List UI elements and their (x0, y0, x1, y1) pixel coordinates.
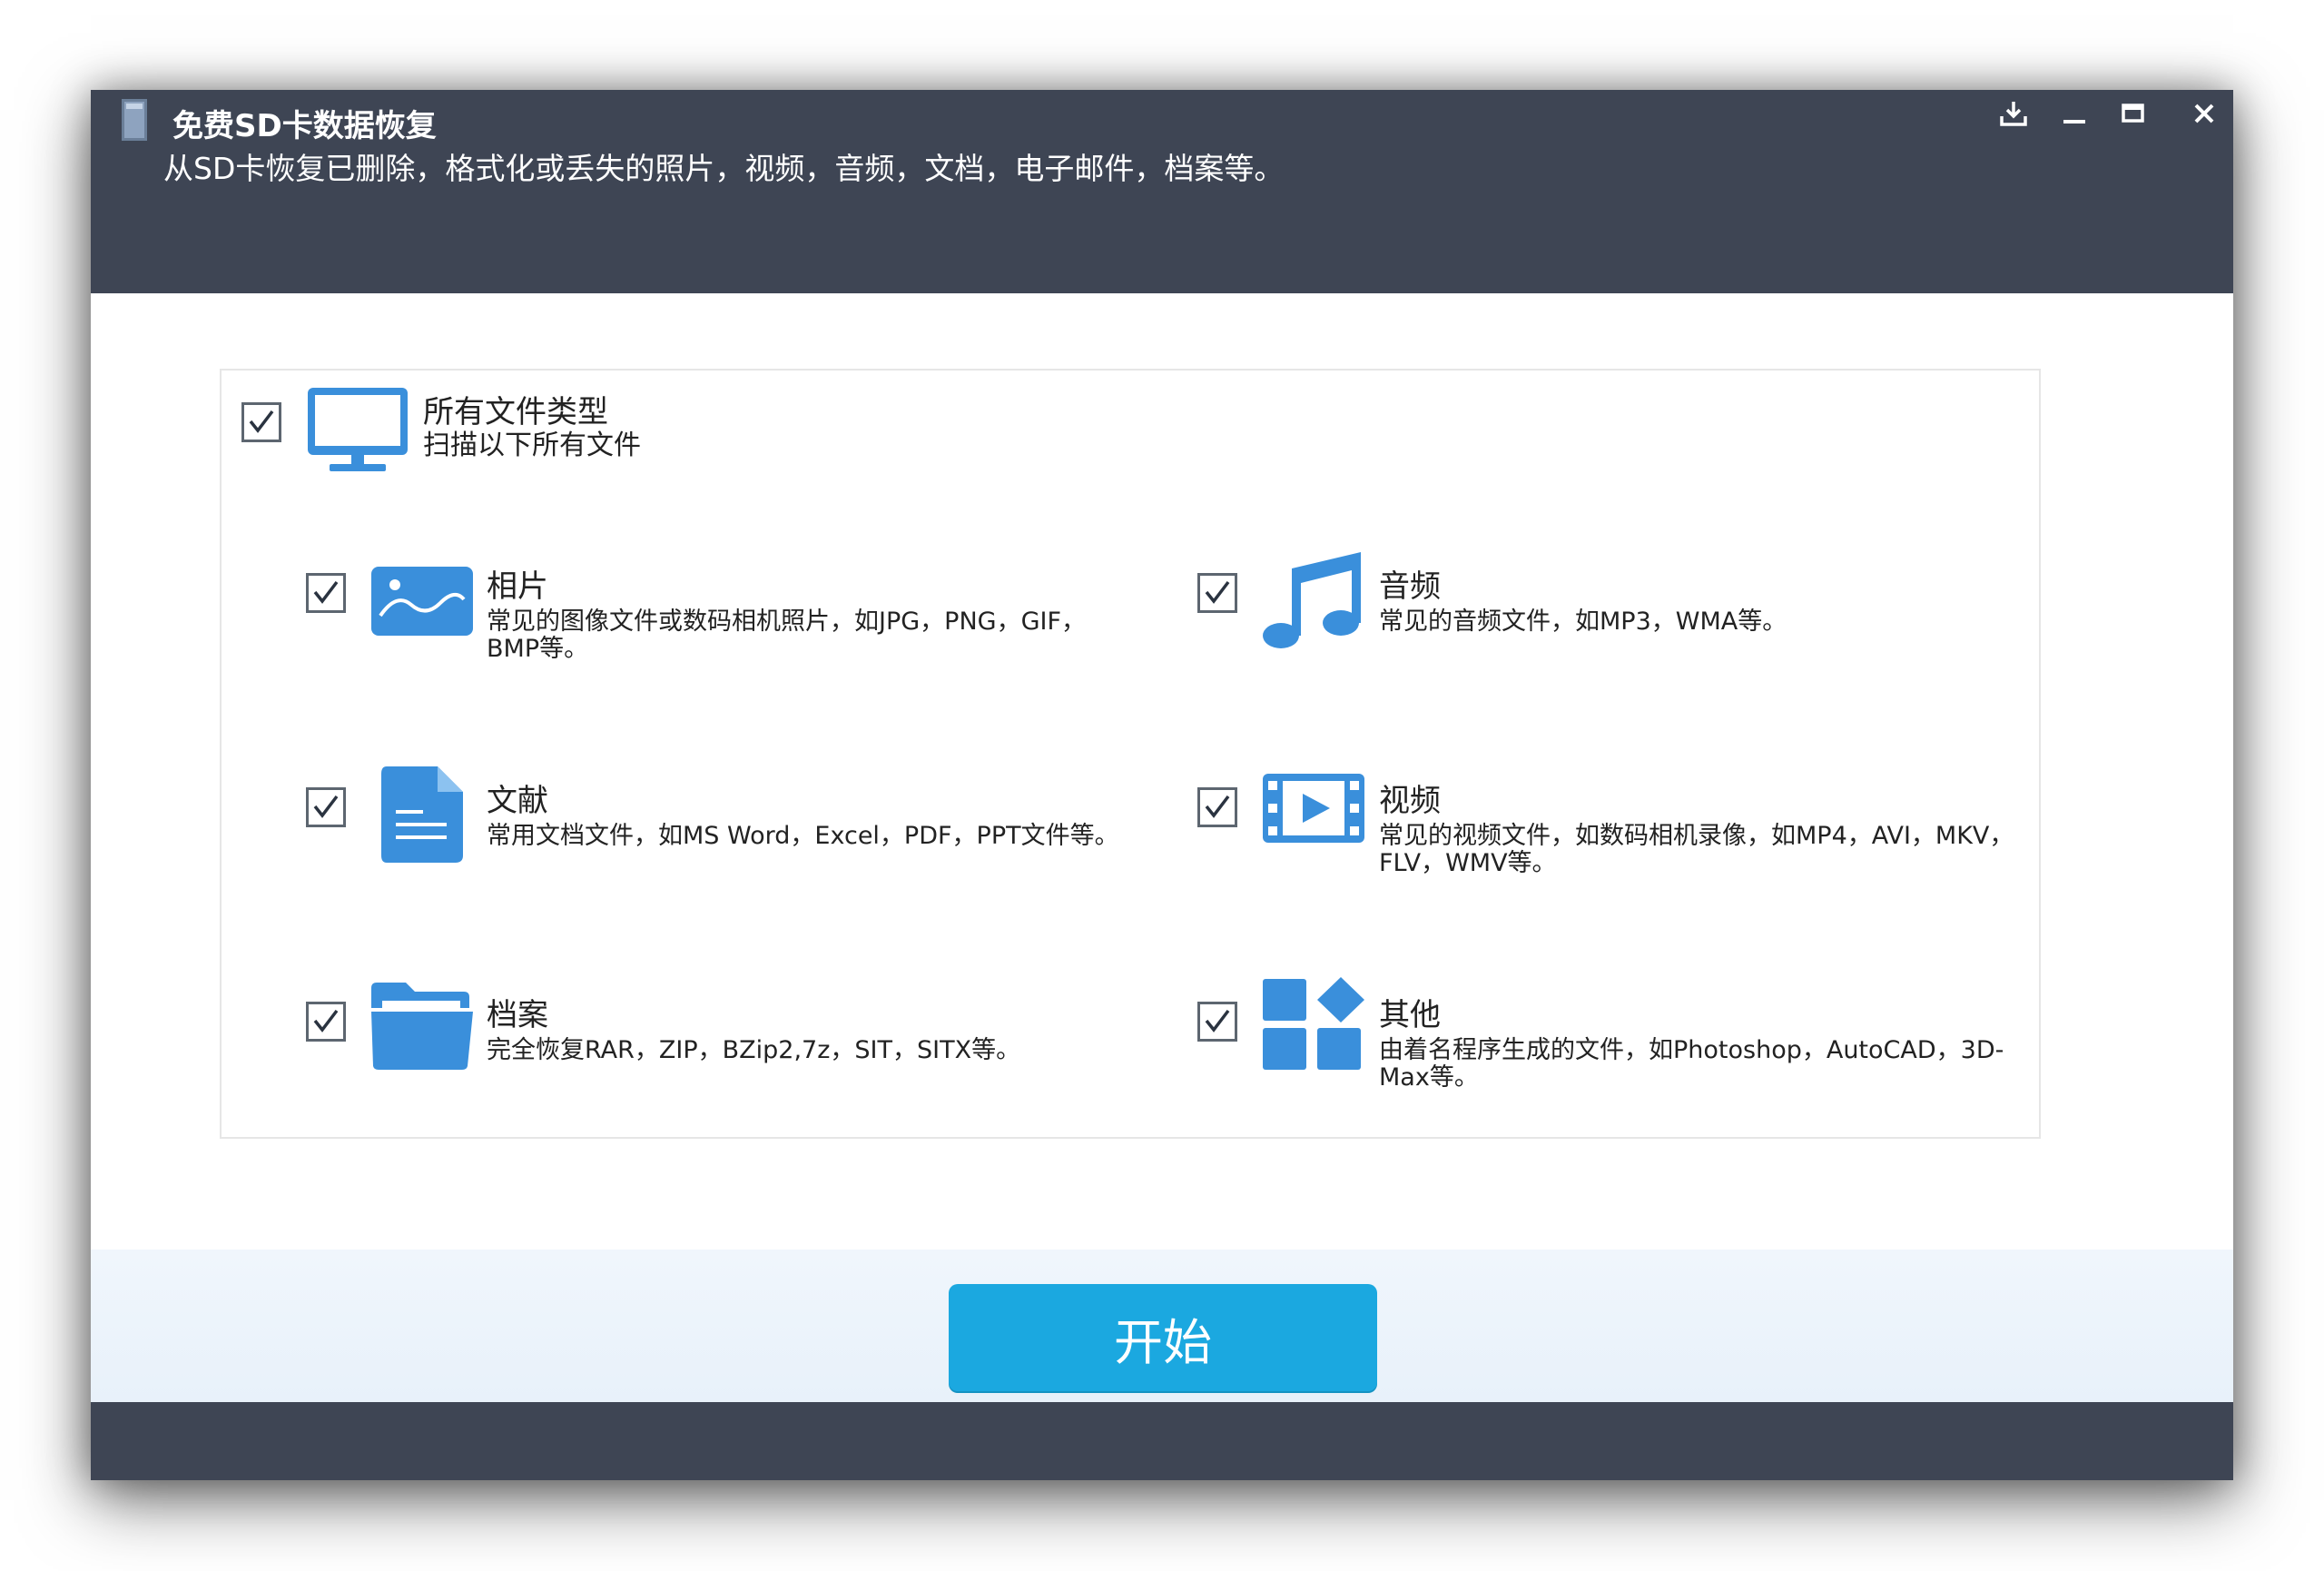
archive-title: 档案 (487, 997, 548, 1033)
audio-title: 音频 (1379, 568, 1441, 605)
document-icon (379, 765, 467, 868)
window-title: 免费SD卡数据恢复 (172, 108, 437, 144)
checkmark-icon (313, 1009, 339, 1033)
photo-checkbox[interactable] (306, 573, 346, 613)
document-title: 文献 (487, 783, 548, 819)
document-checkbox[interactable] (306, 787, 346, 827)
minimize-icon (2063, 120, 2085, 124)
all-types-checkbox[interactable] (241, 402, 281, 442)
close-button[interactable] (2179, 92, 2230, 135)
other-apps-icon (1261, 977, 1366, 1075)
checkmark-icon (1205, 1009, 1230, 1033)
all-types-description: 扫描以下所有文件 (423, 430, 641, 461)
video-title: 视频 (1379, 783, 1441, 819)
download-button[interactable] (1988, 92, 2039, 135)
video-description: 常见的视频文件，如数码相机录像，如MP4，AVI，MKV，FLV，WMV等。 (1379, 822, 2014, 877)
image-icon (369, 565, 475, 641)
photo-description: 常见的图像文件或数码相机照片，如JPG，PNG，GIF，BMP等。 (487, 608, 1086, 663)
checkmark-icon (1205, 795, 1230, 818)
file-type-panel: 所有文件类型 扫描以下所有文件 相片 常见的图像文件或数码相机照片，如JPG，P… (220, 369, 2041, 1139)
maximize-icon (2122, 104, 2144, 123)
checkmark-icon (313, 580, 339, 604)
music-note-icon (1261, 548, 1366, 654)
minimize-button[interactable] (2049, 92, 2100, 135)
document-description: 常用文档文件，如MS Word，Excel，PDF，PPT文件等。 (487, 822, 1119, 850)
archive-description: 完全恢复RAR，ZIP，BZip2,7z，SIT，SITX等。 (487, 1036, 1021, 1064)
checkmark-icon (1205, 580, 1230, 604)
app-window: 免费SD卡数据恢复 从SD卡恢复已删除，格式化或丢失的照片，视频，音频，文档，电… (91, 90, 2233, 1480)
bottom-bar (91, 1402, 2233, 1480)
window-header: 免费SD卡数据恢复 从SD卡恢复已删除，格式化或丢失的照片，视频，音频，文档，电… (91, 90, 2233, 293)
other-title: 其他 (1379, 997, 1441, 1033)
video-checkbox[interactable] (1197, 787, 1237, 827)
close-icon (2194, 104, 2214, 124)
start-button[interactable]: 开始 (949, 1284, 1377, 1391)
checkmark-icon (249, 410, 274, 433)
other-description: 由着名程序生成的文件，如Photoshop，AutoCAD，3D-Max等。 (1379, 1036, 2004, 1092)
folder-icon (369, 981, 475, 1075)
window-subtitle: 从SD卡恢复已删除，格式化或丢失的照片，视频，音频，文档，电子邮件，档案等。 (163, 151, 1285, 186)
sd-card-icon (116, 97, 153, 144)
archive-checkbox[interactable] (306, 1002, 346, 1042)
photo-title: 相片 (487, 568, 548, 605)
monitor-icon (306, 386, 409, 477)
other-checkbox[interactable] (1197, 1002, 1237, 1042)
audio-description: 常见的音频文件，如MP3，WMA等。 (1379, 608, 1787, 636)
all-types-title: 所有文件类型 (423, 394, 608, 430)
maximize-button[interactable] (2108, 92, 2159, 135)
content-area: 所有文件类型 扫描以下所有文件 相片 常见的图像文件或数码相机照片，如JPG，P… (91, 293, 2233, 1339)
checkmark-icon (313, 795, 339, 818)
audio-checkbox[interactable] (1197, 573, 1237, 613)
video-icon (1261, 772, 1366, 848)
download-icon (2000, 102, 2027, 126)
